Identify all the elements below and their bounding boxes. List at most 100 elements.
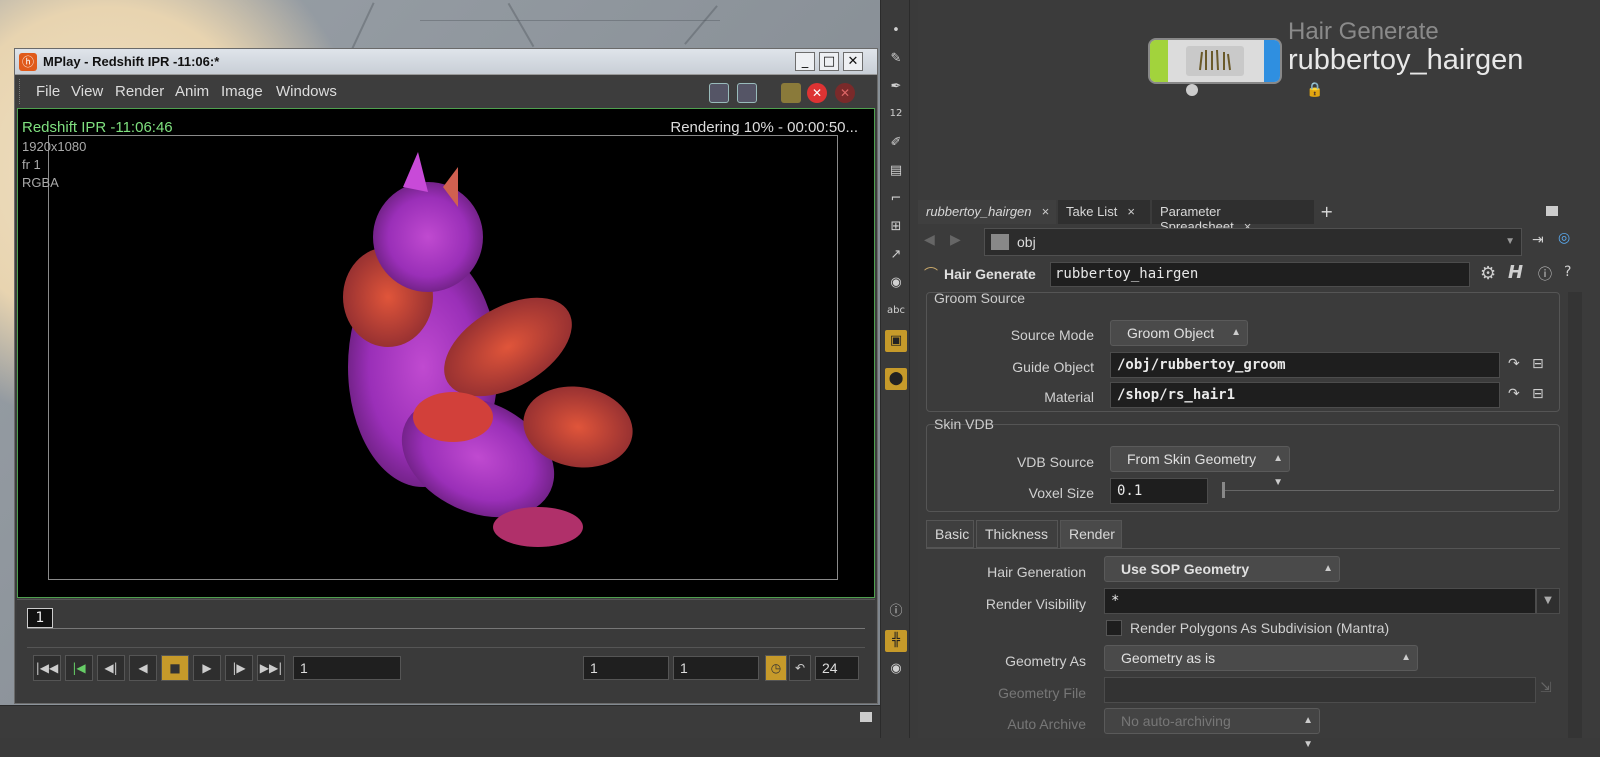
layers-icon[interactable]: ▤: [887, 162, 905, 180]
render-image-area[interactable]: Redshift IPR -11:06:46 1920x1080 fr 1 RG…: [17, 108, 875, 598]
voxel-size-slider-handle[interactable]: [1222, 482, 1225, 498]
jump-to-node-icon[interactable]: ↷: [1508, 356, 1520, 372]
tab-take-list[interactable]: Take List ×: [1058, 200, 1150, 224]
skin-vdb-title[interactable]: Skin VDB: [934, 416, 994, 432]
help-h-icon[interactable]: H: [1508, 262, 1523, 283]
brush-icon[interactable]: ✎: [887, 50, 905, 68]
menu-view[interactable]: View: [71, 83, 103, 100]
render-polygons-checkbox[interactable]: [1106, 620, 1122, 636]
mplay-title-bar[interactable]: ⓗ MPlay - Redshift IPR -11:06:* _ □ ✕: [15, 49, 877, 75]
dot-icon[interactable]: •: [887, 22, 905, 40]
menu-render[interactable]: Render: [115, 83, 164, 100]
twelve-icon[interactable]: 12: [887, 105, 905, 123]
voxel-size-slider-track[interactable]: [1222, 490, 1554, 491]
tab-thickness[interactable]: Thickness: [976, 520, 1058, 548]
mplay-window[interactable]: ⓗ MPlay - Redshift IPR -11:06:* _ □ ✕ Fi…: [14, 48, 878, 704]
background-image-icon[interactable]: ▣: [885, 330, 907, 352]
step-back-button[interactable]: ◀|: [97, 655, 125, 681]
snap-icon[interactable]: ⊞: [887, 218, 905, 236]
step-start-button[interactable]: |◀: [65, 655, 93, 681]
pin-icon[interactable]: ⬤: [885, 368, 907, 390]
network-path-field[interactable]: obj ▼: [984, 228, 1522, 256]
stop-button[interactable]: ■: [161, 655, 189, 681]
tab-parameters[interactable]: rubbertoy_hairgen ×: [918, 200, 1056, 224]
timeline-scrubber[interactable]: [27, 628, 865, 648]
parameter-scrollbar[interactable]: [1568, 292, 1582, 738]
layout-icon[interactable]: [860, 712, 872, 722]
node-render-flag[interactable]: [1264, 40, 1280, 82]
node-chooser-icon[interactable]: ⊟: [1532, 356, 1544, 372]
display-icon[interactable]: ◉: [887, 274, 905, 292]
current-frame-field[interactable]: 1: [293, 656, 401, 680]
menu-file[interactable]: File: [36, 83, 60, 100]
guide-object-field[interactable]: /obj/rubbertoy_groom: [1110, 352, 1500, 378]
maximize-button[interactable]: □: [819, 52, 839, 71]
forward-arrow-icon[interactable]: ▶: [950, 232, 961, 248]
pin-pane-icon[interactable]: ⇥: [1532, 232, 1544, 248]
geometry-as-value: Geometry as is: [1121, 650, 1216, 666]
node-display-flag[interactable]: [1150, 40, 1168, 82]
play-forward-button[interactable]: ▶: [193, 655, 221, 681]
close-button[interactable]: ✕: [843, 52, 863, 71]
eye-icon[interactable]: ◉: [887, 660, 905, 678]
minimize-button[interactable]: _: [795, 52, 815, 71]
groom-source-title[interactable]: Groom Source: [934, 290, 1025, 306]
node-name-label[interactable]: rubbertoy_hairgen: [1288, 44, 1523, 77]
range-start-field[interactable]: 1: [583, 656, 669, 680]
step-forward-button[interactable]: |▶: [225, 655, 253, 681]
stop-all-render-icon[interactable]: ✕: [835, 83, 855, 103]
tab-render[interactable]: Render: [1060, 520, 1122, 548]
hair-generate-node[interactable]: [1148, 38, 1282, 84]
info-icon[interactable]: ⓘ: [1538, 264, 1552, 284]
paint-icon[interactable]: ✐: [887, 134, 905, 152]
jump-end-button[interactable]: ▶▶|: [257, 655, 285, 681]
tab-basic[interactable]: Basic: [926, 520, 974, 548]
node-output-connector[interactable]: [1186, 84, 1198, 96]
lock-icon[interactable]: 🔒: [1306, 82, 1323, 98]
jump-start-button[interactable]: |◀◀: [33, 655, 61, 681]
menu-anim[interactable]: Anim: [175, 83, 209, 100]
realtime-toggle-icon[interactable]: ◷: [765, 655, 787, 681]
voxel-size-label: Voxel Size: [1028, 485, 1094, 501]
hair-generation-menu[interactable]: Use SOP Geometry▲▼: [1104, 556, 1340, 598]
vdb-source-menu[interactable]: From Skin Geometry ▲ ▼: [1110, 446, 1290, 488]
edit-view-icon[interactable]: [737, 83, 757, 103]
curve-icon[interactable]: ⌐: [887, 190, 905, 208]
pane-layout-icon[interactable]: [1546, 206, 1558, 216]
material-field[interactable]: /shop/rs_hair1: [1110, 382, 1500, 408]
geometry-as-menu[interactable]: Geometry as is▲▼: [1104, 645, 1418, 687]
loop-mode-icon[interactable]: ↶: [789, 655, 811, 681]
source-mode-menu[interactable]: Groom Object▲▼: [1110, 320, 1248, 362]
range-end-field[interactable]: 1: [673, 656, 759, 680]
gear-icon[interactable]: ⚙: [1480, 263, 1496, 284]
timeline-frame-marker[interactable]: 1: [27, 608, 53, 628]
grid-toggle-icon[interactable]: ╬: [885, 630, 907, 652]
voxel-size-field[interactable]: 0.1: [1110, 478, 1208, 504]
stop-render-icon[interactable]: ✕: [807, 83, 827, 103]
render-visibility-field[interactable]: *: [1104, 588, 1536, 614]
node-name-field[interactable]: rubbertoy_hairgen: [1050, 262, 1470, 287]
close-tab-icon[interactable]: ×: [1127, 204, 1135, 219]
abc-icon[interactable]: abc: [887, 302, 905, 320]
tab-parameter-spreadsheet[interactable]: Parameter Spreadsheet ×: [1152, 200, 1314, 234]
fit-view-icon[interactable]: [709, 83, 729, 103]
node-chooser-icon[interactable]: ⊟: [1532, 386, 1544, 402]
link-group-icon[interactable]: ◎: [1558, 230, 1570, 246]
network-editor[interactable]: Hair Generate rubbertoy_hairgen 🔒: [918, 0, 1600, 196]
chevron-down-icon[interactable]: ▼: [1505, 229, 1515, 255]
jump-to-node-icon[interactable]: ↷: [1508, 386, 1520, 402]
close-tab-icon[interactable]: ×: [1042, 204, 1050, 219]
measure-icon[interactable]: ↗: [887, 246, 905, 264]
info-icon[interactable]: ⓘ: [887, 603, 905, 621]
menu-grip: [19, 79, 22, 104]
back-arrow-icon[interactable]: ◀: [924, 232, 935, 248]
pen-icon[interactable]: ✒: [887, 78, 905, 96]
sequence-icon[interactable]: [781, 83, 801, 103]
menu-image[interactable]: Image: [221, 83, 263, 100]
fps-field[interactable]: 24: [815, 656, 859, 680]
add-tab-button[interactable]: +: [1320, 202, 1333, 221]
menu-windows[interactable]: Windows: [276, 83, 337, 100]
help-icon[interactable]: ?: [1564, 264, 1571, 280]
play-reverse-button[interactable]: ◀: [129, 655, 157, 681]
chevron-down-icon[interactable]: ▼: [1536, 588, 1560, 614]
